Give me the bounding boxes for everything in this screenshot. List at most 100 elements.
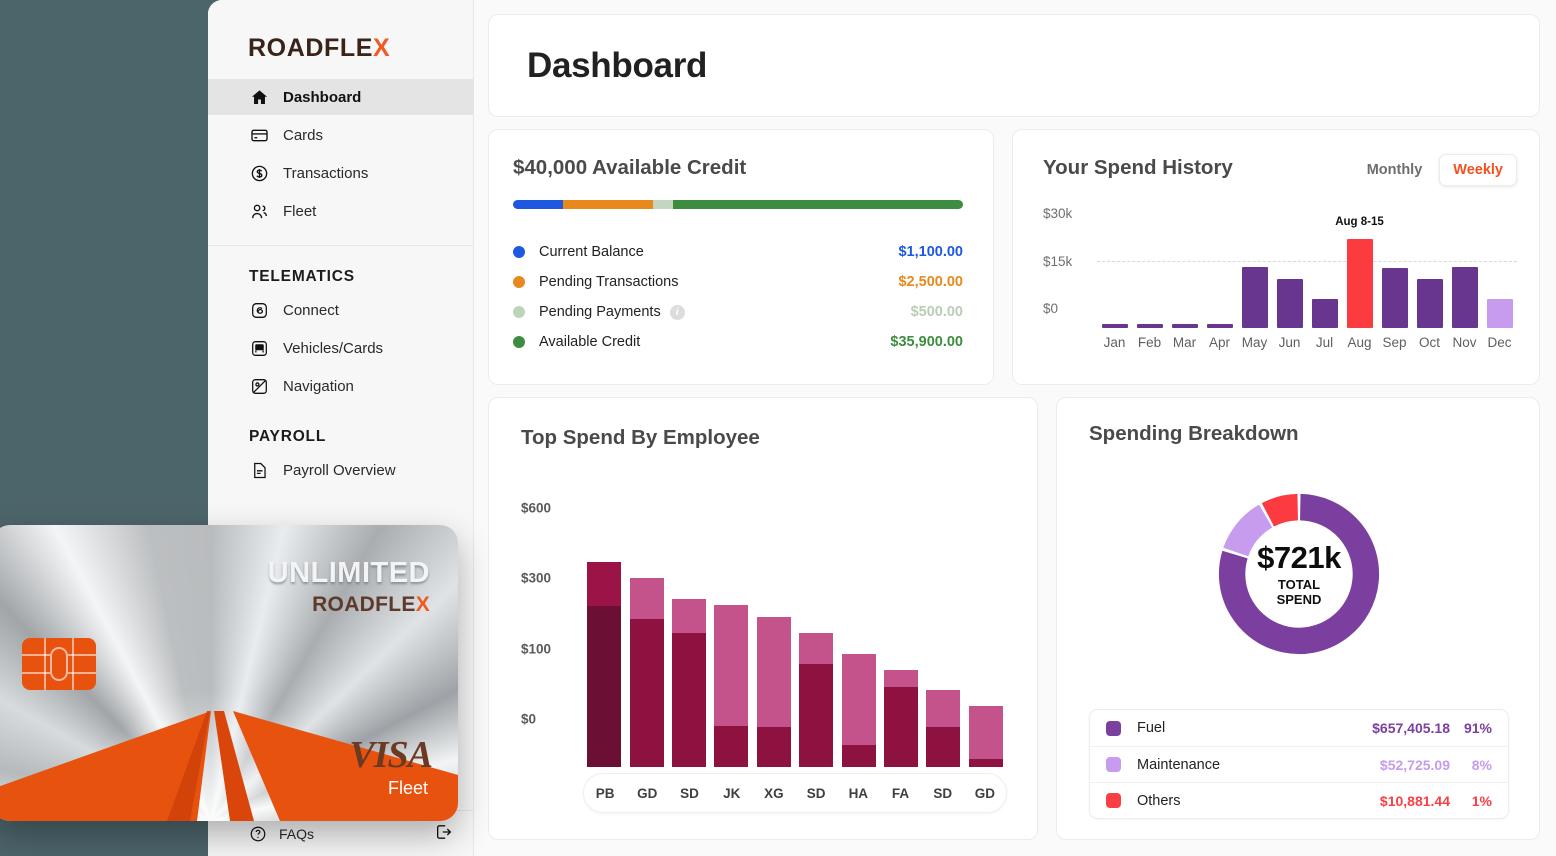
spend-history-bar <box>1311 298 1338 328</box>
x-tick-label: SD <box>806 785 826 801</box>
donut-total-caption: TOTAL SPEND <box>1276 577 1322 608</box>
employee-bar-segment-lower <box>714 726 749 767</box>
employee-bar-column[interactable] <box>753 492 795 767</box>
document-icon <box>249 460 269 480</box>
employee-bar-segment-upper <box>714 605 749 727</box>
spend-history-bar-column[interactable] <box>1097 232 1132 328</box>
employee-bar-column[interactable] <box>710 492 752 767</box>
x-tick-label: GD <box>637 785 658 801</box>
legend-color-swatch <box>1106 757 1121 772</box>
x-tick-label: May <box>1241 335 1268 350</box>
legend-amount: $500.00 <box>910 304 963 320</box>
spending-donut-chart: $721k TOTAL SPEND <box>1211 486 1387 662</box>
home-icon <box>249 87 269 107</box>
spend-history-bar <box>1346 239 1373 328</box>
spend-history-bar-column[interactable] <box>1272 232 1307 328</box>
sidebar-item-navigation[interactable]: Navigation <box>208 368 473 404</box>
spend-history-bar-column[interactable] <box>1412 232 1447 328</box>
info-icon[interactable]: i <box>669 304 685 320</box>
spend-history-bar-column[interactable] <box>1202 232 1237 328</box>
legend-color-swatch <box>1106 793 1121 808</box>
credit-progress-bar <box>513 200 963 209</box>
employee-bar-column[interactable] <box>965 492 1007 767</box>
employee-bar-column[interactable] <box>837 492 879 767</box>
credit-bar-segment <box>513 200 563 209</box>
employee-bar-segment-upper <box>629 578 664 619</box>
employee-bar-column[interactable] <box>795 492 837 767</box>
employee-bar-stack <box>672 492 707 767</box>
toggle-monthly[interactable]: Monthly <box>1354 155 1436 185</box>
spend-history-plot: Aug 8-15 Jan Feb Mar Apr May Jun Jul Aug Sep Oct N… <box>1097 210 1517 350</box>
dashboard-row-bottom: Top Spend By Employee $600 $300 $100 $0 … <box>488 397 1540 840</box>
bus-icon <box>249 338 269 358</box>
spend-history-bar <box>1451 266 1478 328</box>
brand-logo[interactable]: ROADFLEX <box>208 0 473 63</box>
sidebar-item-vehicles-cards[interactable]: Vehicles/Cards <box>208 330 473 366</box>
x-tick-label: Jun <box>1278 335 1301 350</box>
main-content: Dashboard $40,000 Available Credit Curre… <box>474 0 1556 856</box>
credit-legend-list: Current Balance $1,100.00 Pending Transact… <box>513 237 963 357</box>
legend-label: Pending Transactions <box>539 274 679 290</box>
employee-bar-segment-upper <box>799 632 834 665</box>
employee-bar-segment-upper <box>968 706 1003 759</box>
x-tick-label: Aug <box>1347 335 1372 350</box>
sidebar-item-transactions[interactable]: Transactions <box>208 155 473 191</box>
page-header: Dashboard <box>488 14 1540 117</box>
breakdown-legend-row: Maintenance $52,725.09 8% <box>1090 746 1508 782</box>
legend-percent: 91% <box>1463 720 1492 736</box>
logout-icon[interactable] <box>434 822 454 845</box>
legend-color-swatch <box>1106 720 1121 736</box>
faqs-label[interactable]: FAQs <box>279 826 314 842</box>
spend-history-bar-column[interactable] <box>1447 232 1482 328</box>
spend-history-bar <box>1101 324 1128 328</box>
sidebar-item-connect[interactable]: Connect <box>208 292 473 328</box>
bar-annotation: Aug 8-15 <box>1335 216 1384 228</box>
legend-color-dot <box>513 276 525 288</box>
spend-history-bar <box>1136 324 1163 328</box>
employee-bar-column[interactable] <box>668 492 710 767</box>
employee-bar-column[interactable] <box>880 492 922 767</box>
spend-history-bar-column[interactable] <box>1237 232 1272 328</box>
screen: ROADFLEX Dashboard Cards Transactions Fl… <box>0 0 1556 856</box>
sidebar-item-fleet[interactable]: Fleet <box>208 193 473 229</box>
employee-bar-column[interactable] <box>625 492 667 767</box>
sidebar-item-label: Dashboard <box>283 88 362 106</box>
dashboard-row-top: $40,000 Available Credit Current Balance… <box>488 129 1540 385</box>
legend-label: Fuel <box>1137 720 1166 736</box>
employee-bar-segment-lower <box>672 632 707 767</box>
x-tick-label: HA <box>848 785 869 801</box>
spend-history-bar-column[interactable] <box>1167 232 1202 328</box>
x-tick-label: Oct <box>1418 335 1440 350</box>
spend-history-bar-column[interactable] <box>1307 232 1342 328</box>
available-credit-title: $40,000 Available Credit <box>513 156 747 179</box>
x-tick-label: JK <box>723 785 741 801</box>
question-circle-icon <box>249 825 267 843</box>
donut-caption-line2: SPEND <box>1276 591 1322 607</box>
spend-history-bar-column[interactable]: Aug 8-15 <box>1335 216 1384 328</box>
spend-history-bar-column[interactable] <box>1482 232 1517 328</box>
connect-icon <box>249 300 269 320</box>
x-tick-label: Feb <box>1137 335 1162 350</box>
x-tick-label: PB <box>595 785 615 801</box>
employee-bar-column[interactable] <box>583 492 625 767</box>
credit-bar-segment <box>652 200 673 209</box>
employee-bar-column[interactable] <box>922 492 964 767</box>
sidebar-item-dashboard[interactable]: Dashboard <box>208 79 473 115</box>
sidebar-item-payroll-overview[interactable]: Payroll Overview <box>208 452 473 488</box>
x-tick-label: Apr <box>1208 335 1230 350</box>
employee-bar-stack <box>841 492 876 767</box>
toggle-weekly[interactable]: Weekly <box>1439 154 1517 186</box>
spend-history-bar-column[interactable] <box>1132 232 1167 328</box>
brand-name: ROADFLE <box>248 34 374 62</box>
spend-history-chart: $30k $15k $0 Aug 8-15 Jan Feb Mar Apr May Jun… <box>1043 206 1517 350</box>
legend-amount: $35,900.00 <box>890 334 963 350</box>
spend-history-bar <box>1381 268 1408 328</box>
sidebar-item-label: Transactions <box>283 164 369 182</box>
sidebar-item-cards[interactable]: Cards <box>208 117 473 153</box>
card-network-label: VISA <box>349 734 433 776</box>
spend-history-bar-column[interactable] <box>1377 232 1412 328</box>
donut-total-value: $721k <box>1257 539 1341 575</box>
employee-spend-chart: $600 $300 $100 $0 PB GD SD JK XG SD HA FA SD GD <box>521 492 1011 819</box>
y-tick-label: $300 <box>521 570 552 586</box>
employee-bar-stack <box>884 492 919 767</box>
